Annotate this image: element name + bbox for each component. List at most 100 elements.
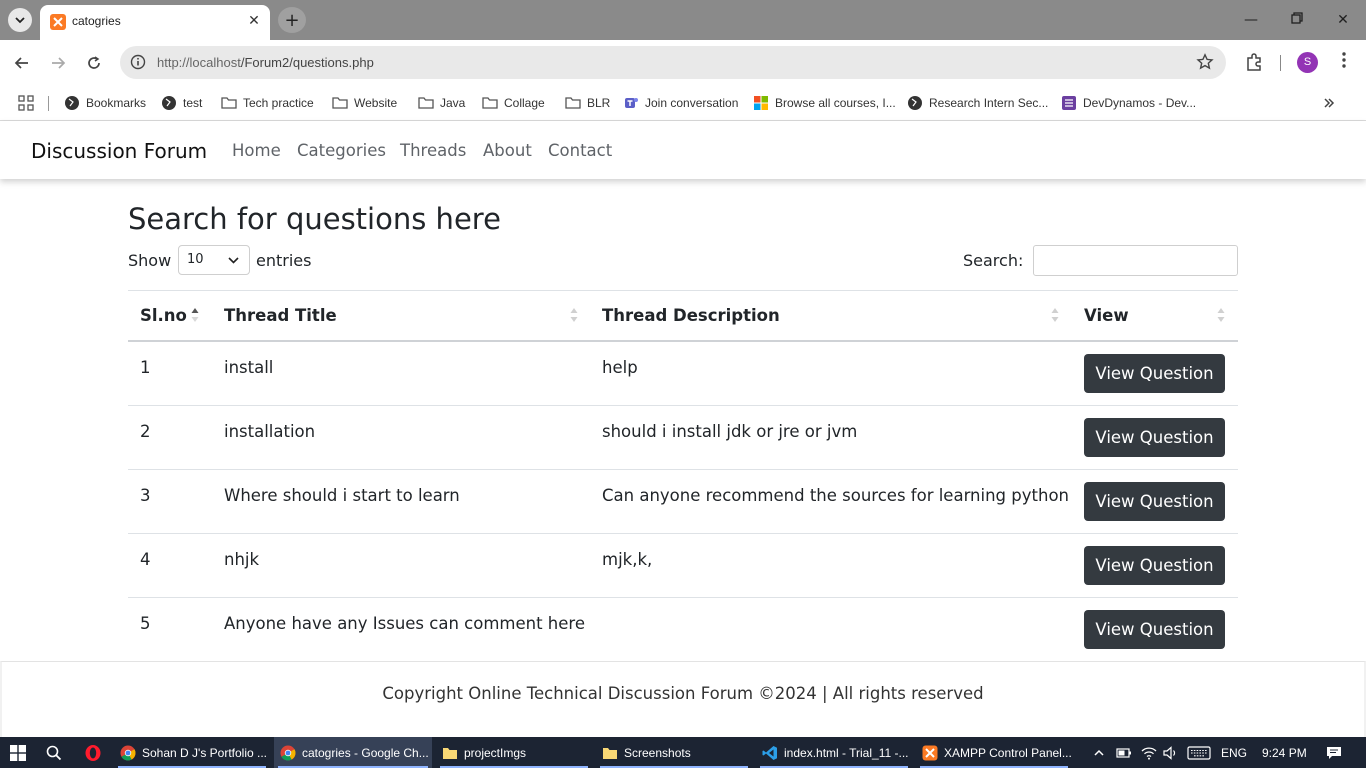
system-clock[interactable]: 9:24 PM xyxy=(1262,737,1307,768)
search-input[interactable] xyxy=(1033,245,1238,276)
taskbar-app-screenshots[interactable]: Screenshots xyxy=(596,737,752,768)
row-number: 3 xyxy=(140,486,151,505)
reload-icon[interactable] xyxy=(83,52,105,74)
thread-description: help xyxy=(602,358,638,377)
globe-icon xyxy=(908,96,922,110)
entries-label: entries xyxy=(256,251,312,270)
view-question-button[interactable]: View Question xyxy=(1084,482,1225,521)
chevron-down-icon xyxy=(15,17,25,24)
bookmarks-bar: Bookmarks test Tech practice Website Jav… xyxy=(0,85,1366,121)
sort-icon[interactable] xyxy=(1051,307,1059,323)
table-row: 5 Anyone have any Issues can comment her… xyxy=(128,598,1238,662)
view-question-button[interactable]: View Question xyxy=(1084,418,1225,457)
globe-icon xyxy=(65,96,79,110)
tray-overflow-chevron-icon[interactable] xyxy=(1093,737,1105,768)
back-arrow-icon[interactable] xyxy=(11,52,33,74)
chevron-down-icon xyxy=(228,257,239,264)
minimize-icon[interactable]: — xyxy=(1241,10,1261,30)
sort-icon[interactable] xyxy=(1217,307,1225,323)
site-footer: Copyright Online Technical Discussion Fo… xyxy=(0,661,1366,737)
forward-arrow-icon[interactable] xyxy=(47,52,69,74)
site-navbar: Discussion Forum Home Categories Threads… xyxy=(0,121,1366,179)
bookmarks-separator xyxy=(48,96,49,111)
bookmark-item[interactable]: Bookmarks xyxy=(64,93,146,113)
thread-description: should i install jdk or jre or jvm xyxy=(602,422,858,441)
tab-search-button[interactable] xyxy=(8,8,32,32)
view-question-button[interactable]: View Question xyxy=(1084,354,1225,393)
plus-icon: + xyxy=(284,9,300,31)
column-header-slno[interactable]: Sl.no xyxy=(140,306,187,325)
wifi-icon[interactable] xyxy=(1141,737,1157,768)
nav-link-contact[interactable]: Contact xyxy=(548,141,612,160)
row-number: 5 xyxy=(140,614,151,633)
url-text: http://localhost/Forum2/questions.php xyxy=(157,55,374,70)
address-bar[interactable]: http://localhost/Forum2/questions.php xyxy=(120,46,1226,79)
table-row: 2 installation should i install jdk or j… xyxy=(128,406,1238,470)
input-language[interactable]: ENG xyxy=(1221,737,1247,768)
taskbar-search-icon[interactable] xyxy=(46,737,62,768)
window-close-icon[interactable]: ✕ xyxy=(1333,10,1353,30)
bookmark-star-icon[interactable] xyxy=(1196,53,1214,75)
view-question-button[interactable]: View Question xyxy=(1084,610,1225,649)
apps-grid-icon[interactable] xyxy=(18,93,34,113)
table-row: 4 nhjk mjk,k, View Question xyxy=(128,534,1238,598)
browser-tab-strip: catogries ✕ + — ✕ xyxy=(0,0,1366,40)
volume-icon[interactable] xyxy=(1163,737,1179,768)
tab-title: catogries xyxy=(72,14,121,28)
extensions-puzzle-icon[interactable] xyxy=(1244,52,1264,76)
folder-icon xyxy=(418,97,434,109)
column-header-thread-description[interactable]: Thread Description xyxy=(602,306,780,325)
opera-icon[interactable] xyxy=(84,737,102,768)
tab-close-icon[interactable]: ✕ xyxy=(246,13,262,29)
globe-icon xyxy=(162,96,176,110)
menu-kebab-icon[interactable] xyxy=(1334,52,1354,74)
show-label: Show xyxy=(128,251,172,270)
bookmarks-overflow-icon[interactable] xyxy=(1322,93,1336,113)
bookmark-folder[interactable]: Website xyxy=(332,93,397,113)
taskbar-app-chrome-portfolio[interactable]: Sohan D J's Portfolio ... xyxy=(114,737,270,768)
taskbar-app-chrome-catogries[interactable]: catogries - Google Ch... xyxy=(274,737,432,768)
bookmark-folder[interactable]: Tech practice xyxy=(221,93,314,113)
entries-per-page-select[interactable]: 10 xyxy=(178,245,250,275)
windows-start-icon[interactable] xyxy=(10,737,26,768)
notifications-icon[interactable] xyxy=(1326,737,1342,768)
nav-link-home[interactable]: Home xyxy=(232,141,281,160)
navbar-brand[interactable]: Discussion Forum xyxy=(31,139,207,163)
bookmark-item[interactable]: Join conversation xyxy=(623,93,738,113)
nav-link-categories[interactable]: Categories xyxy=(297,141,386,160)
nav-link-threads[interactable]: Threads xyxy=(400,141,466,160)
thread-description: mjk,k, xyxy=(602,550,653,569)
browser-tab-active[interactable]: catogries ✕ xyxy=(40,5,270,40)
thread-title: installation xyxy=(224,422,316,441)
column-header-thread-title[interactable]: Thread Title xyxy=(224,306,337,325)
bookmark-folder[interactable]: BLR xyxy=(565,93,610,113)
keyboard-icon[interactable] xyxy=(1187,737,1211,768)
view-question-button[interactable]: View Question xyxy=(1084,546,1225,585)
thread-title: install xyxy=(224,358,274,377)
bookmark-item[interactable]: DevDynamos - Dev... xyxy=(1061,93,1196,113)
column-header-view[interactable]: View xyxy=(1084,306,1129,325)
devdynamos-icon xyxy=(1062,96,1076,110)
row-number: 2 xyxy=(140,422,151,441)
bookmark-item[interactable]: test xyxy=(161,93,202,113)
xampp-icon xyxy=(922,745,938,760)
site-info-icon[interactable] xyxy=(130,54,146,74)
new-tab-button[interactable]: + xyxy=(278,7,306,33)
bookmark-item[interactable]: Browse all courses, I... xyxy=(753,93,896,113)
folder-icon xyxy=(332,97,348,109)
bookmark-item[interactable]: Research Intern Sec... xyxy=(907,93,1048,113)
restore-icon[interactable] xyxy=(1287,10,1307,30)
battery-icon[interactable] xyxy=(1116,737,1132,768)
bookmark-folder[interactable]: Java xyxy=(418,93,465,113)
profile-avatar[interactable]: S xyxy=(1297,52,1318,73)
taskbar-app-vscode[interactable]: index.html - Trial_11 -... xyxy=(756,737,912,768)
sort-icon[interactable] xyxy=(570,307,578,323)
folder-icon xyxy=(221,97,237,109)
taskbar-app-xampp[interactable]: XAMPP Control Panel... xyxy=(916,737,1072,768)
chrome-icon xyxy=(120,745,136,760)
sort-ascending-icon[interactable] xyxy=(191,307,199,323)
bookmark-folder[interactable]: Collage xyxy=(482,93,545,113)
file-explorer-folder-icon xyxy=(443,747,457,759)
nav-link-about[interactable]: About xyxy=(483,141,532,160)
taskbar-app-projectimgs[interactable]: projectImgs xyxy=(436,737,592,768)
